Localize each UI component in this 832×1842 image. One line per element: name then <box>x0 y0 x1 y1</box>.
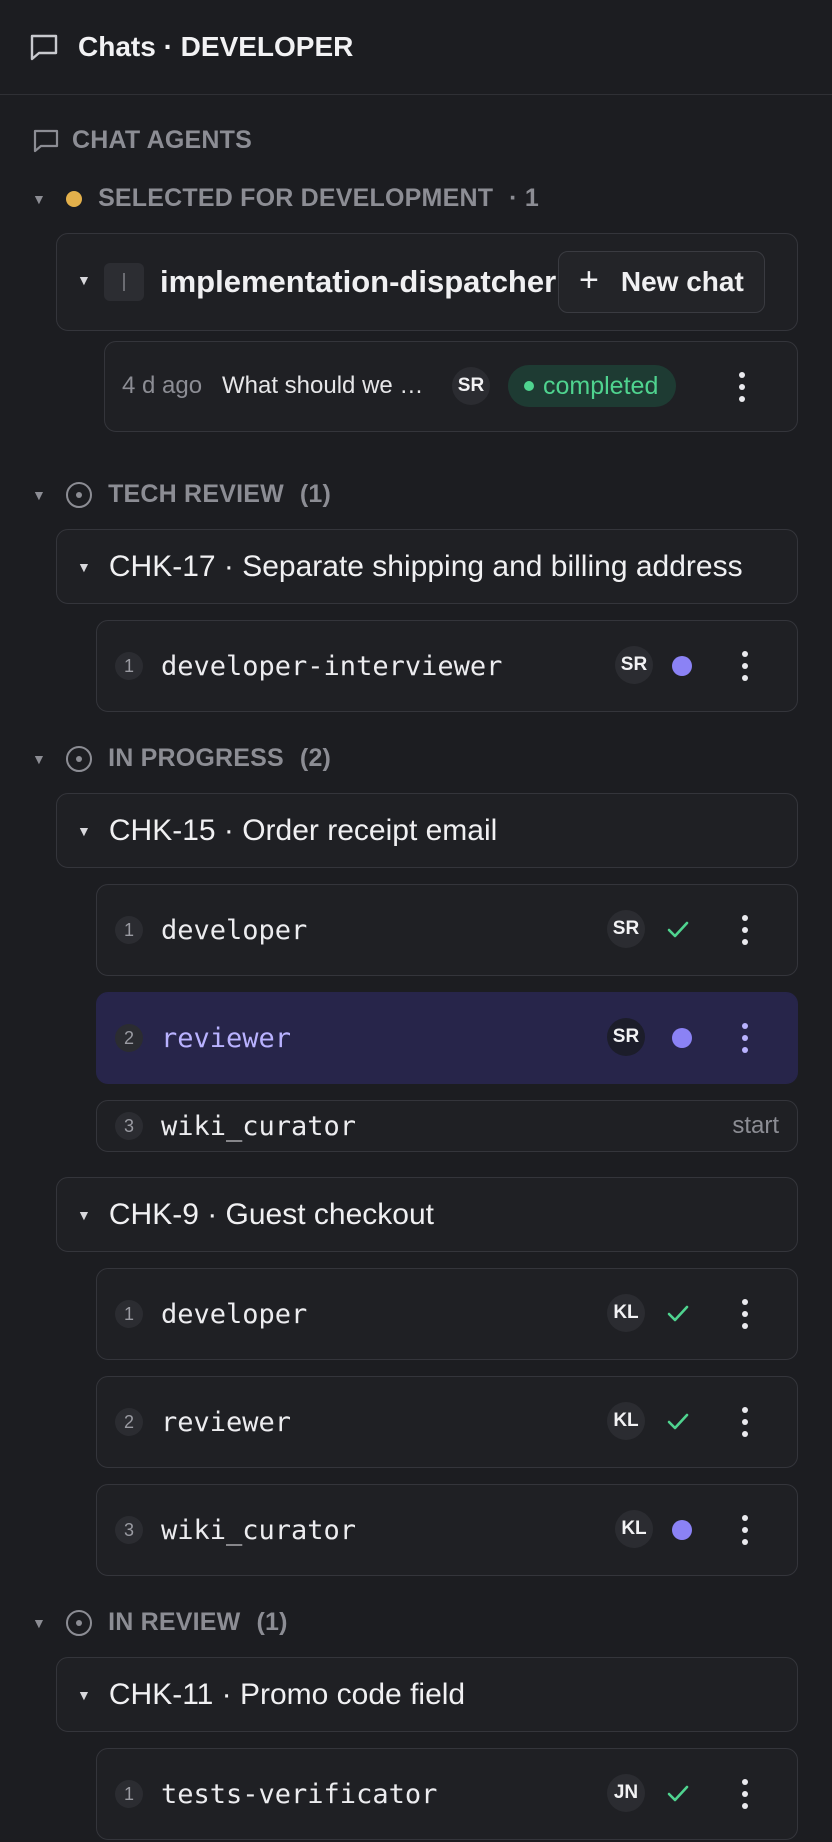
agent-row-active[interactable]: 2 reviewer SR <box>96 992 798 1084</box>
agent-row[interactable]: 1 developer-interviewer SR <box>96 620 798 712</box>
avatar: KL <box>615 1510 653 1548</box>
collapse-caret-icon[interactable]: ▼ <box>77 559 91 575</box>
chat-agents-heading: CHAT AGENTS <box>32 126 252 155</box>
section-count: (1) <box>299 480 332 508</box>
section-count: (1) <box>256 1608 288 1636</box>
status-label: completed <box>543 371 659 400</box>
section-count: (2) <box>299 744 332 772</box>
new-chat-button[interactable]: + New chat <box>558 251 765 313</box>
agent-name: wiki_curator <box>161 1514 357 1546</box>
collapse-caret-icon[interactable]: ▼ <box>77 1207 91 1223</box>
collapse-caret-icon[interactable]: ▼ <box>32 1615 46 1631</box>
agent-row[interactable]: 3 wiki_curator start <box>96 1100 798 1152</box>
agent-name: reviewer <box>161 1406 292 1438</box>
avatar: SR <box>615 646 653 684</box>
status-badge: completed <box>508 365 677 407</box>
more-options-icon[interactable] <box>736 372 748 402</box>
more-options-icon[interactable] <box>739 915 751 945</box>
section-count: · 1 <box>509 184 539 212</box>
agent-row[interactable]: 1 developer SR <box>96 884 798 976</box>
avatar: SR <box>607 1018 645 1056</box>
more-options-icon[interactable] <box>739 1407 751 1437</box>
dispatcher-card: ▼ implementation-dispatcher + New chat <box>56 233 798 331</box>
page-title: Chats · DEVELOPER <box>78 31 354 62</box>
more-options-icon[interactable] <box>739 1299 751 1329</box>
step-number: 2 <box>115 1024 143 1052</box>
task-card-chk-15[interactable]: ▼ CHK-15 · Order receipt email <box>56 793 798 868</box>
agent-row[interactable]: 3 wiki_curator KL <box>96 1484 798 1576</box>
target-icon <box>66 745 93 772</box>
agent-name: reviewer <box>161 1022 292 1054</box>
step-number: 1 <box>115 652 143 680</box>
target-icon <box>66 1609 93 1636</box>
agent-icon <box>104 263 144 301</box>
task-title: CHK-9 · Guest checkout <box>108 1197 434 1231</box>
section-in-progress[interactable]: ▼ IN PROGRESS (2) <box>32 744 331 773</box>
collapse-caret-icon[interactable]: ▼ <box>77 1687 91 1703</box>
target-icon <box>66 481 93 508</box>
chat-preview: What should we … <box>222 372 424 399</box>
section-tech-review[interactable]: ▼ TECH REVIEW (1) <box>32 480 331 509</box>
avatar: SR <box>452 367 490 405</box>
step-number: 1 <box>115 916 143 944</box>
more-options-icon[interactable] <box>739 651 751 681</box>
section-label: SELECTED FOR DEVELOPMENT <box>98 184 494 212</box>
task-title: CHK-15 · Order receipt email <box>108 813 498 847</box>
agent-name: developer-interviewer <box>161 650 503 682</box>
status-dot-icon <box>66 190 83 207</box>
task-title: CHK-17 · Separate shipping and billing a… <box>108 549 743 583</box>
section-selected-for-development[interactable]: ▼ SELECTED FOR DEVELOPMENT · 1 <box>32 184 539 213</box>
task-title: CHK-11 · Promo code field <box>108 1677 466 1711</box>
collapse-caret-icon[interactable]: ▼ <box>32 487 46 503</box>
new-chat-label: New chat <box>620 266 744 297</box>
agent-row[interactable]: 2 reviewer KL <box>96 1376 798 1468</box>
task-card-chk-17[interactable]: ▼ CHK-17 · Separate shipping and billing… <box>56 529 798 604</box>
step-number: 2 <box>115 1408 143 1436</box>
step-number: 3 <box>115 1112 143 1140</box>
avatar: JN <box>607 1774 645 1812</box>
section-in-review[interactable]: ▼ IN REVIEW (1) <box>32 1608 288 1637</box>
section-label: TECH REVIEW <box>108 480 284 508</box>
avatar: SR <box>607 910 645 948</box>
check-icon <box>667 1413 689 1430</box>
more-options-icon[interactable] <box>739 1779 751 1809</box>
chats-header: Chats · DEVELOPER <box>0 0 832 95</box>
chat-icon <box>33 129 59 152</box>
step-number: 1 <box>115 1300 143 1328</box>
check-icon <box>667 1785 689 1802</box>
chat-time: 4 d ago <box>122 372 203 399</box>
collapse-caret-icon[interactable]: ▼ <box>32 751 46 767</box>
avatar: KL <box>607 1402 645 1440</box>
collapse-caret-icon[interactable]: ▼ <box>32 191 46 207</box>
collapse-caret-icon[interactable]: ▼ <box>77 272 91 288</box>
section-label: IN REVIEW <box>108 1608 241 1636</box>
status-dot-icon <box>524 381 534 391</box>
agent-row[interactable]: 1 tests-verificator JN <box>96 1748 798 1840</box>
dispatcher-title: implementation-dispatcher <box>160 264 557 299</box>
chat-icon <box>30 34 58 61</box>
step-number: 1 <box>115 1780 143 1808</box>
more-options-icon[interactable] <box>739 1515 751 1545</box>
running-status-icon <box>672 656 692 676</box>
agent-name: wiki_curator <box>161 1110 357 1142</box>
task-card-chk-11[interactable]: ▼ CHK-11 · Promo code field <box>56 1657 798 1732</box>
agent-name: tests-verificator <box>161 1778 438 1810</box>
section-label: IN PROGRESS <box>108 744 284 772</box>
chat-row[interactable]: 4 d ago What should we … SR completed <box>104 341 798 432</box>
agent-name: developer <box>161 1298 308 1330</box>
task-card-chk-9[interactable]: ▼ CHK-9 · Guest checkout <box>56 1177 798 1252</box>
agent-name: developer <box>161 914 308 946</box>
running-status-icon <box>672 1520 692 1540</box>
agent-row[interactable]: 1 developer KL <box>96 1268 798 1360</box>
check-icon <box>667 1305 689 1322</box>
check-icon <box>667 921 689 938</box>
step-number: 3 <box>115 1516 143 1544</box>
more-options-icon[interactable] <box>739 1023 751 1053</box>
running-status-icon <box>672 1028 692 1048</box>
avatar: KL <box>607 1294 645 1332</box>
collapse-caret-icon[interactable]: ▼ <box>77 823 91 839</box>
start-link[interactable]: start <box>732 1112 779 1140</box>
plus-icon: + <box>579 261 599 299</box>
chat-agents-label: CHAT AGENTS <box>72 126 252 154</box>
